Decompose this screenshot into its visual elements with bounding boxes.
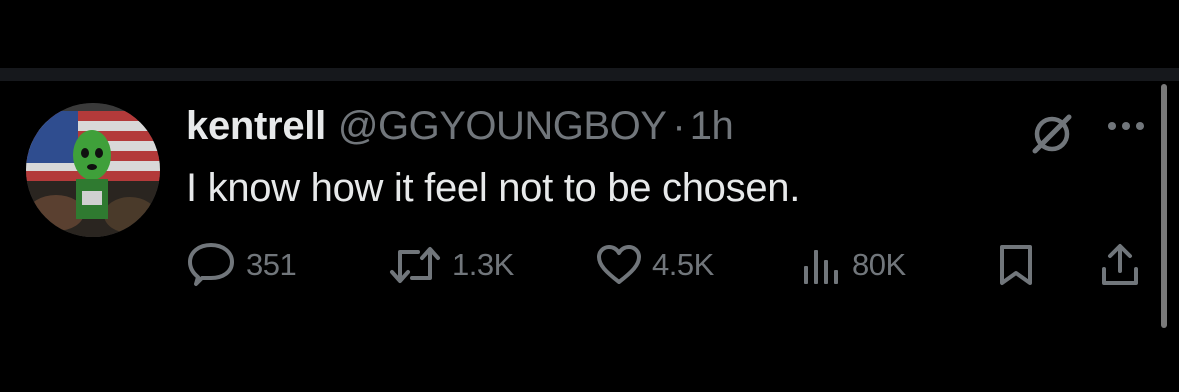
repost-icon — [390, 247, 440, 283]
post-timestamp[interactable]: 1h — [690, 98, 734, 154]
views-count: 80K — [852, 247, 906, 282]
reply-button[interactable]: 351 — [186, 237, 297, 293]
scrollbar[interactable] — [1161, 84, 1167, 328]
reply-count: 351 — [246, 247, 297, 282]
separator-dot: · — [672, 104, 686, 148]
more-horizontal-icon — [1108, 122, 1144, 130]
repost-button[interactable]: 1.3K — [388, 237, 514, 293]
views-button[interactable]: 80K — [800, 237, 906, 293]
action-bar: 351 1.3K 4.5K 80K — [186, 237, 1146, 293]
heart-icon — [597, 245, 641, 284]
top-band — [0, 0, 1179, 68]
like-button[interactable]: 4.5K — [596, 237, 714, 293]
share-button[interactable] — [1098, 237, 1142, 293]
avatar-image — [26, 103, 160, 237]
repost-count: 1.3K — [452, 247, 514, 282]
bookmark-icon — [1000, 245, 1032, 285]
share-icon — [1102, 244, 1138, 285]
like-count: 4.5K — [652, 247, 714, 282]
bookmark-button[interactable] — [996, 237, 1036, 293]
grok-icon — [1032, 114, 1072, 154]
post-divider — [0, 68, 1179, 81]
display-name[interactable]: kentrell — [186, 98, 326, 154]
user-handle[interactable]: @GGYOUNGBOY — [338, 98, 667, 154]
more-button[interactable] — [1098, 106, 1154, 146]
reply-icon — [188, 243, 234, 286]
views-bar-chart-icon — [804, 250, 838, 284]
post-text: I know how it feel not to be chosen. — [186, 166, 801, 210]
post-header: kentrell @GGYOUNGBOY · 1h — [186, 98, 734, 154]
avatar[interactable] — [26, 103, 160, 237]
grok-button[interactable] — [1024, 106, 1080, 162]
